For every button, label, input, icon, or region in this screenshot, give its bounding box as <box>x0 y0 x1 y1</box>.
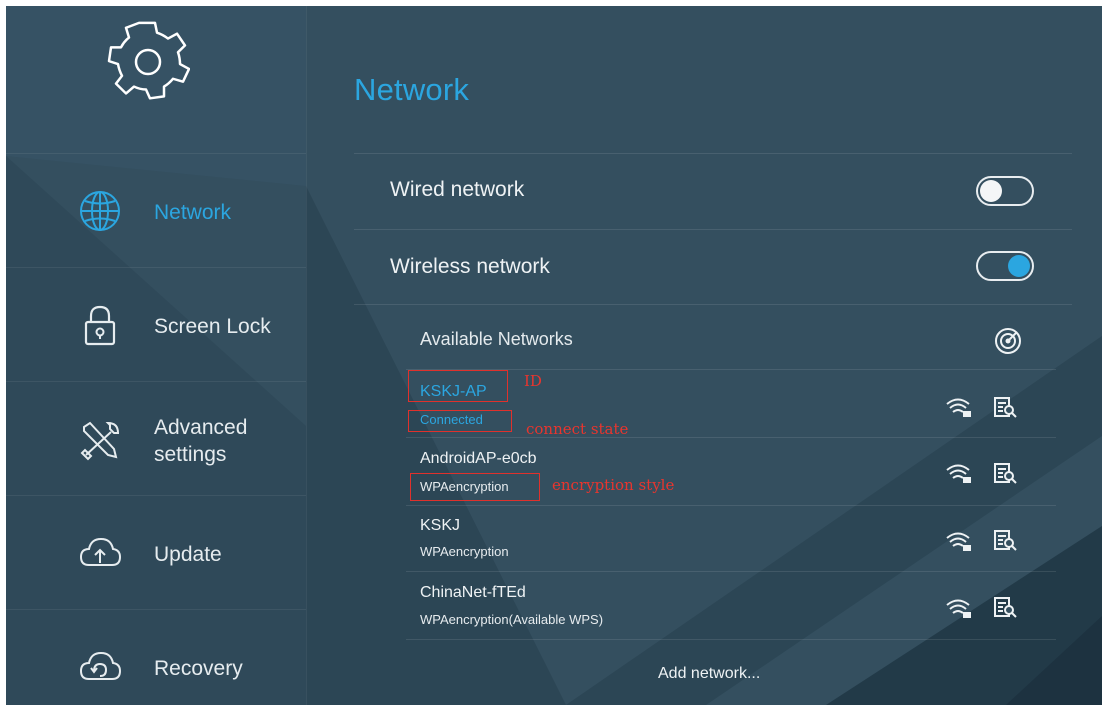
sidebar-item-label-line1: Advanced <box>154 416 248 439</box>
annotation-label-encryption-style: encryption style <box>552 476 675 494</box>
network-item-kskj[interactable]: KSKJ WPAencryption <box>406 506 1056 572</box>
divider <box>406 639 1056 640</box>
network-details-icon[interactable] <box>994 397 1018 419</box>
wired-network-label: Wired network <box>390 178 525 201</box>
add-network-button[interactable]: Add network... <box>658 665 760 683</box>
network-status: WPAencryption <box>420 544 509 559</box>
cloud-upload-icon <box>79 537 122 566</box>
sidebar-item-label: Recovery <box>154 657 243 680</box>
annotation-label-id: ID <box>524 372 542 390</box>
sidebar-item-label: Update <box>154 543 222 566</box>
divider <box>354 153 1072 154</box>
sidebar-item-screen-lock[interactable]: Screen Lock <box>6 267 306 381</box>
scan-networks-icon[interactable] <box>993 326 1023 356</box>
sidebar: Network Screen Lock Advanced settings Up… <box>6 6 306 705</box>
network-item-chinanet[interactable]: ChinaNet-fTEd WPAencryption(Available WP… <box>406 572 1056 638</box>
annotation-box-encryption-style <box>410 473 540 501</box>
lock-icon <box>84 305 116 346</box>
sidebar-item-label-line2: settings <box>154 443 227 466</box>
divider <box>354 304 1072 305</box>
sidebar-item-advanced-settings[interactable]: Advanced settings <box>6 381 306 495</box>
toggle-knob <box>1008 255 1030 277</box>
sidebar-item-label: Screen Lock <box>154 315 271 338</box>
network-name: AndroidAP-e0cb <box>420 450 537 467</box>
tools-icon <box>80 421 120 461</box>
wifi-locked-icon <box>946 532 971 551</box>
annotation-label-connect-state: connect state <box>526 420 629 438</box>
network-name: KSKJ <box>420 517 461 534</box>
wired-network-toggle[interactable] <box>976 176 1034 206</box>
toggle-knob <box>980 180 1002 202</box>
sidebar-item-update[interactable]: Update <box>6 495 306 609</box>
sidebar-item-label: Network <box>154 201 232 224</box>
annotation-box-connect-state <box>408 410 512 432</box>
settings-screen: Network Screen Lock Advanced settings Up… <box>6 6 1102 705</box>
wifi-locked-icon <box>946 464 971 483</box>
settings-gear-icon <box>107 21 190 100</box>
available-networks-label: Available Networks <box>420 329 573 349</box>
annotation-box-id <box>408 370 508 402</box>
wifi-locked-icon <box>946 398 971 417</box>
page-title: Network <box>354 72 470 107</box>
network-details-icon[interactable] <box>994 597 1018 619</box>
network-details-icon[interactable] <box>994 463 1018 485</box>
sidebar-item-network[interactable]: Network <box>6 153 306 267</box>
divider <box>354 229 1072 230</box>
wireless-network-label: Wireless network <box>390 255 550 278</box>
network-name: ChinaNet-fTEd <box>420 584 526 601</box>
cloud-restore-icon <box>79 651 122 680</box>
sidebar-item-recovery[interactable]: Recovery <box>6 609 306 705</box>
wifi-locked-icon <box>946 599 971 618</box>
network-status: WPAencryption(Available WPS) <box>420 612 604 627</box>
globe-icon <box>80 191 120 231</box>
network-details-icon[interactable] <box>994 530 1018 552</box>
sidebar-divider <box>306 6 307 705</box>
wireless-network-toggle[interactable] <box>976 251 1034 281</box>
